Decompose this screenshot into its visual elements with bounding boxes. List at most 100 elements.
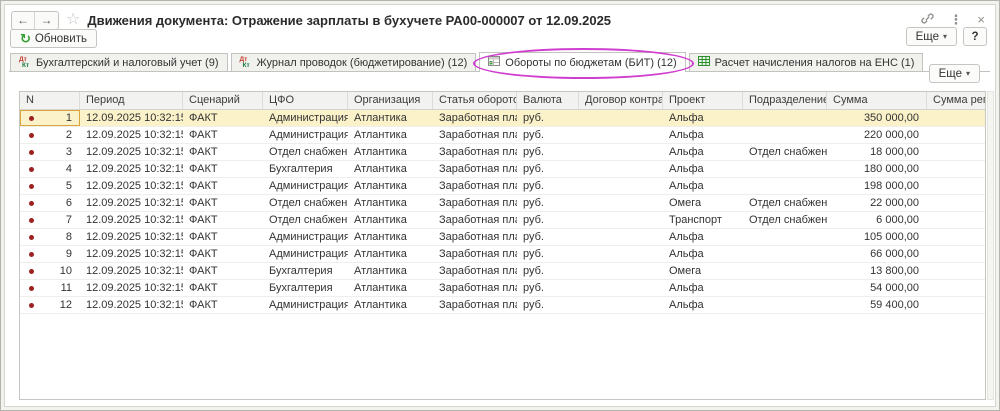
cell-org[interactable]: Атлантика: [348, 212, 433, 228]
cell-period[interactable]: 12.09.2025 10:32:15: [80, 229, 183, 245]
cell-sum_regl[interactable]: [927, 297, 985, 313]
cell-currency[interactable]: руб.: [517, 212, 579, 228]
tab-accounting-tax[interactable]: ДтКтБухгалтерский и налоговый учет (9): [10, 53, 228, 71]
column-header-contract[interactable]: Договор контрагента: [579, 92, 663, 109]
cell-contract[interactable]: [579, 212, 663, 228]
cell-contract[interactable]: [579, 229, 663, 245]
cell-project[interactable]: Альфа: [663, 246, 743, 262]
column-header-project[interactable]: Проект: [663, 92, 743, 109]
column-header-sum[interactable]: Сумма: [827, 92, 927, 109]
column-header-currency[interactable]: Валюта: [517, 92, 579, 109]
cell-department[interactable]: Отдел снабжения: [743, 195, 827, 211]
cell-scenario[interactable]: ФАКТ: [183, 280, 263, 296]
cell-period[interactable]: 12.09.2025 10:32:15: [80, 178, 183, 194]
cell-sum_regl[interactable]: [927, 212, 985, 228]
column-header-org[interactable]: Организация: [348, 92, 433, 109]
column-header-article[interactable]: Статья оборотов: [433, 92, 517, 109]
table-row[interactable]: 1212.09.2025 10:32:15ФАКТАдминистрацияАт…: [20, 297, 985, 314]
cell-cfo[interactable]: Администрация: [263, 127, 348, 143]
cell-sum[interactable]: 198 000,00: [827, 178, 927, 194]
cell-sum[interactable]: 6 000,00: [827, 212, 927, 228]
cell-scenario[interactable]: ФАКТ: [183, 195, 263, 211]
cell-period[interactable]: 12.09.2025 10:32:15: [80, 195, 183, 211]
cell-scenario[interactable]: ФАКТ: [183, 246, 263, 262]
back-button[interactable]: ←: [12, 12, 35, 29]
cell-sum_regl[interactable]: [927, 178, 985, 194]
cell-department[interactable]: Отдел снабжения: [743, 144, 827, 160]
cell-sum_regl[interactable]: [927, 110, 985, 126]
cell-currency[interactable]: руб.: [517, 127, 579, 143]
cell-sum_regl[interactable]: [927, 229, 985, 245]
cell-currency[interactable]: руб.: [517, 178, 579, 194]
table-row[interactable]: 412.09.2025 10:32:15ФАКТБухгалтерияАтлан…: [20, 161, 985, 178]
column-header-cfo[interactable]: ЦФО: [263, 92, 348, 109]
cell-sum[interactable]: 18 000,00: [827, 144, 927, 160]
cell-org[interactable]: Атлантика: [348, 127, 433, 143]
cell-n[interactable]: 11: [20, 280, 80, 296]
cell-sum_regl[interactable]: [927, 195, 985, 211]
cell-cfo[interactable]: Отдел снабжения: [263, 144, 348, 160]
cell-sum_regl[interactable]: [927, 127, 985, 143]
cell-period[interactable]: 12.09.2025 10:32:15: [80, 127, 183, 143]
cell-scenario[interactable]: ФАКТ: [183, 144, 263, 160]
cell-project[interactable]: Альфа: [663, 110, 743, 126]
cell-n[interactable]: 10: [20, 263, 80, 279]
cell-project[interactable]: Омега: [663, 195, 743, 211]
cell-department[interactable]: [743, 127, 827, 143]
cell-period[interactable]: 12.09.2025 10:32:15: [80, 161, 183, 177]
cell-sum[interactable]: 220 000,00: [827, 127, 927, 143]
cell-n[interactable]: 8: [20, 229, 80, 245]
cell-n[interactable]: 4: [20, 161, 80, 177]
cell-project[interactable]: Альфа: [663, 144, 743, 160]
table-row[interactable]: 812.09.2025 10:32:15ФАКТАдминистрацияАтл…: [20, 229, 985, 246]
cell-org[interactable]: Атлантика: [348, 263, 433, 279]
cell-cfo[interactable]: Отдел снабжения: [263, 212, 348, 228]
cell-currency[interactable]: руб.: [517, 144, 579, 160]
cell-department[interactable]: [743, 280, 827, 296]
cell-project[interactable]: Альфа: [663, 229, 743, 245]
table-row[interactable]: 1012.09.2025 10:32:15ФАКТБухгалтерияАтла…: [20, 263, 985, 280]
cell-period[interactable]: 12.09.2025 10:32:15: [80, 297, 183, 313]
cell-period[interactable]: 12.09.2025 10:32:15: [80, 144, 183, 160]
help-button[interactable]: ?: [963, 27, 987, 46]
cell-org[interactable]: Атлантика: [348, 246, 433, 262]
link-icon[interactable]: [921, 12, 934, 27]
table-row[interactable]: 612.09.2025 10:32:15ФАКТОтдел снабженияА…: [20, 195, 985, 212]
cell-article[interactable]: Заработная плата ...: [433, 229, 517, 245]
cell-cfo[interactable]: Бухгалтерия: [263, 280, 348, 296]
cell-scenario[interactable]: ФАКТ: [183, 297, 263, 313]
more-menu-icon[interactable]: ⋮: [949, 13, 962, 26]
cell-project[interactable]: Альфа: [663, 297, 743, 313]
cell-contract[interactable]: [579, 178, 663, 194]
cell-currency[interactable]: руб.: [517, 195, 579, 211]
cell-n[interactable]: 6: [20, 195, 80, 211]
cell-sum_regl[interactable]: [927, 246, 985, 262]
cell-sum_regl[interactable]: [927, 161, 985, 177]
cell-project[interactable]: Транспорт: [663, 212, 743, 228]
cell-article[interactable]: Заработная плата ...: [433, 280, 517, 296]
cell-n[interactable]: 1: [20, 110, 80, 126]
cell-cfo[interactable]: Администрация: [263, 178, 348, 194]
cell-currency[interactable]: руб.: [517, 263, 579, 279]
cell-article[interactable]: Заработная плата: [433, 212, 517, 228]
cell-article[interactable]: Заработная плата ...: [433, 178, 517, 194]
cell-sum_regl[interactable]: [927, 263, 985, 279]
cell-contract[interactable]: [579, 280, 663, 296]
cell-period[interactable]: 12.09.2025 10:32:15: [80, 212, 183, 228]
table-row[interactable]: 312.09.2025 10:32:15ФАКТОтдел снабженияА…: [20, 144, 985, 161]
column-header-sum_regl[interactable]: Сумма регл.: [927, 92, 985, 109]
table-row[interactable]: 512.09.2025 10:32:15ФАКТАдминистрацияАтл…: [20, 178, 985, 195]
cell-contract[interactable]: [579, 246, 663, 262]
cell-period[interactable]: 12.09.2025 10:32:15: [80, 110, 183, 126]
cell-project[interactable]: Омега: [663, 263, 743, 279]
cell-org[interactable]: Атлантика: [348, 161, 433, 177]
cell-currency[interactable]: руб.: [517, 246, 579, 262]
table-row[interactable]: 112.09.2025 10:32:15ФАКТАдминистрацияАтл…: [20, 110, 985, 127]
cell-article[interactable]: Заработная плата ...: [433, 127, 517, 143]
cell-scenario[interactable]: ФАКТ: [183, 212, 263, 228]
cell-currency[interactable]: руб.: [517, 297, 579, 313]
cell-scenario[interactable]: ФАКТ: [183, 229, 263, 245]
cell-cfo[interactable]: Администрация: [263, 246, 348, 262]
cell-contract[interactable]: [579, 161, 663, 177]
cell-article[interactable]: Заработная плата ...: [433, 161, 517, 177]
